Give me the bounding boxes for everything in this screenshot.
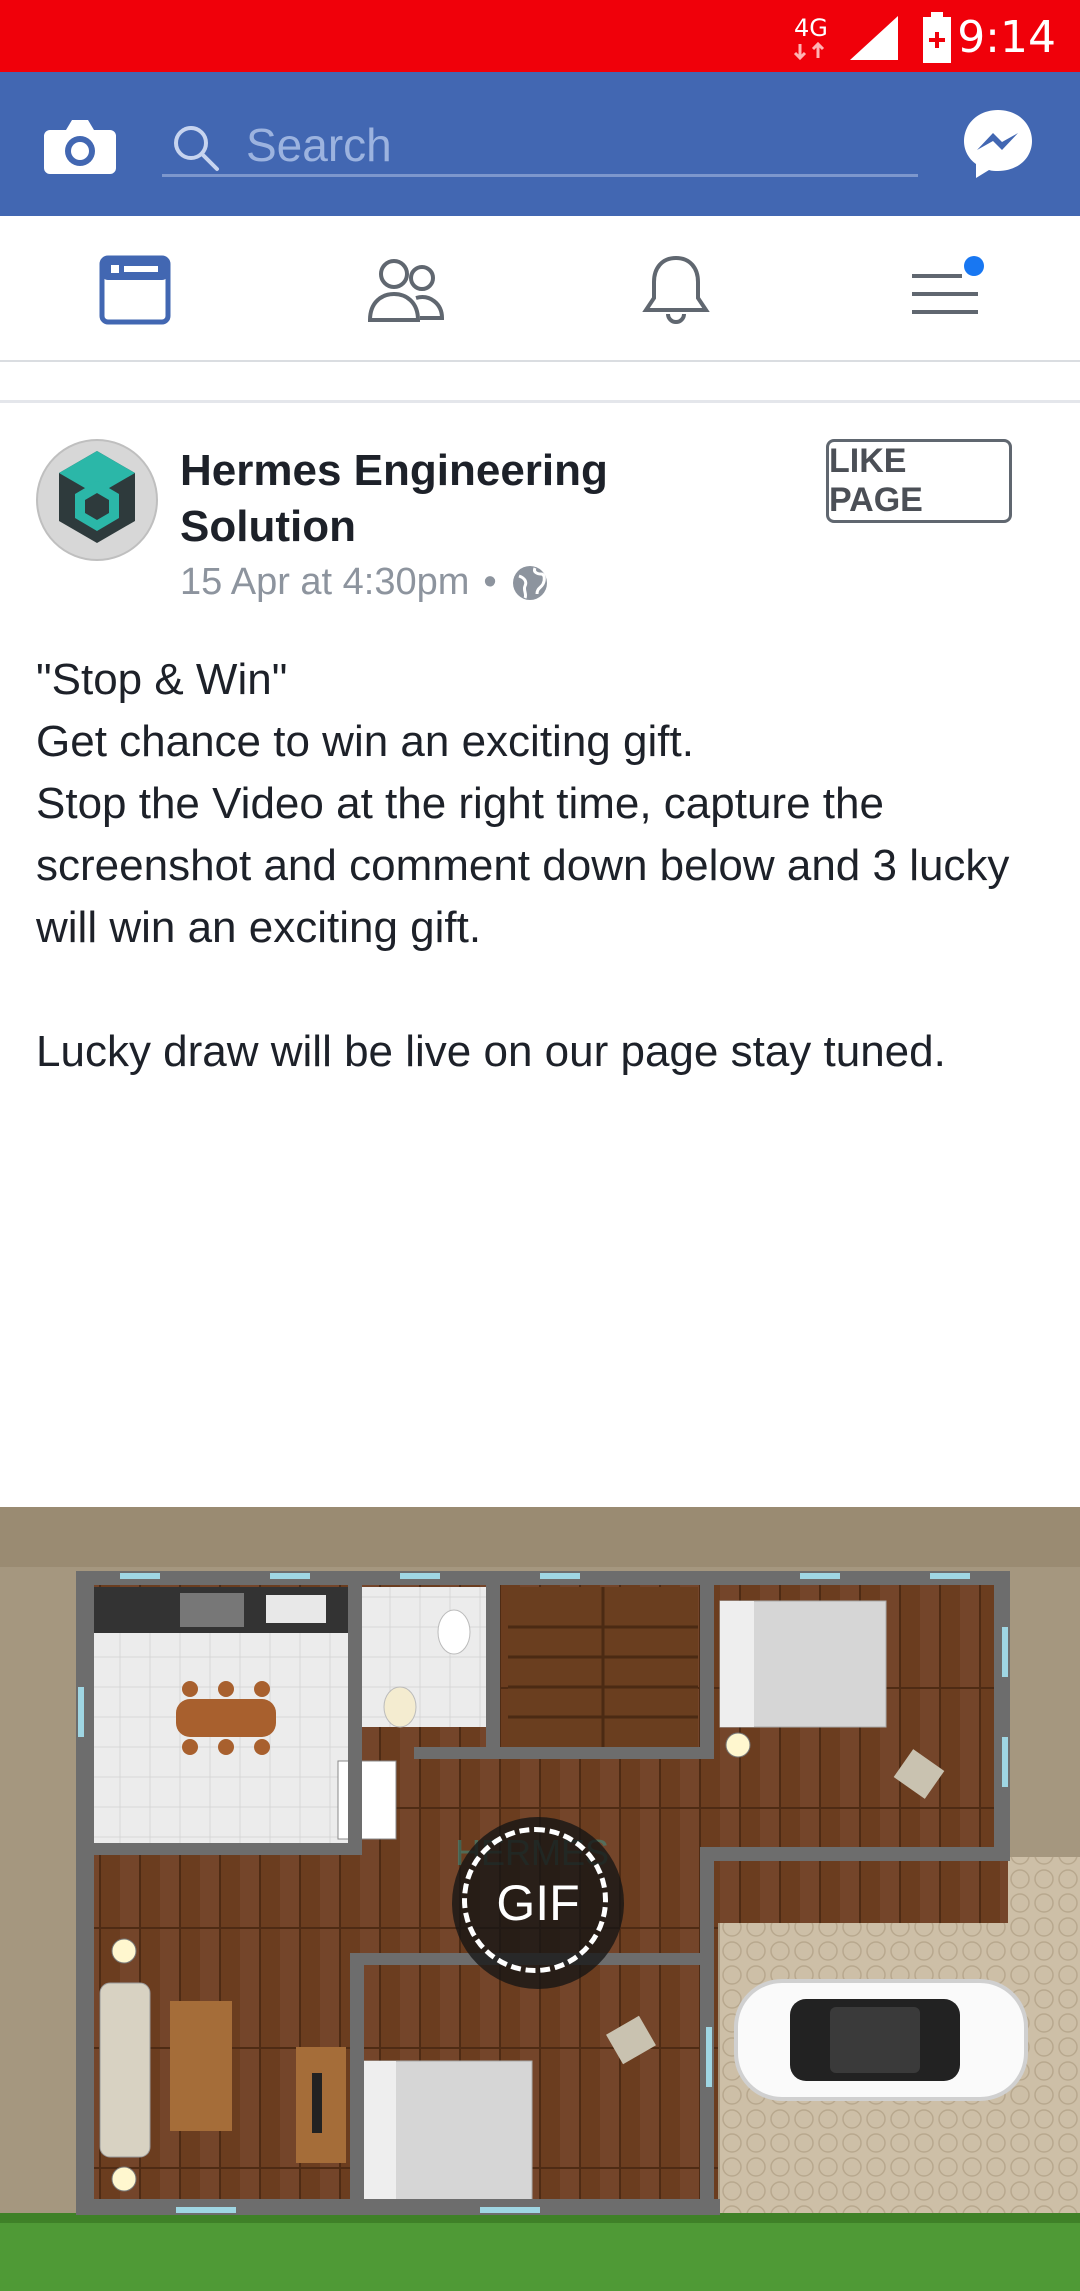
battery-icon — [923, 12, 951, 63]
network-label: 4G — [794, 14, 828, 42]
post-meta: 15 Apr at 4:30pm • — [180, 561, 549, 604]
status-bar: 4G 9:14 — [0, 0, 1080, 72]
signal-icon — [850, 16, 898, 60]
page-avatar[interactable] — [36, 439, 158, 561]
like-page-button[interactable]: LIKE PAGE — [826, 439, 1012, 523]
search-input[interactable]: Search — [246, 118, 392, 172]
search-bar[interactable]: Search — [162, 112, 918, 177]
bell-icon[interactable] — [636, 252, 716, 328]
menu-icon[interactable] — [906, 252, 986, 328]
network-4g-icon: 4G — [793, 14, 828, 61]
hermes-logo-icon — [59, 451, 135, 543]
clock: 9:14 — [957, 12, 1056, 63]
gif-label: GIF — [496, 1875, 580, 1931]
post-text: "Stop & Win" Get chance to win an exciti… — [36, 649, 1046, 1083]
camera-icon[interactable] — [44, 116, 116, 176]
gif-play-button[interactable]: GIF — [452, 1817, 624, 1989]
app-header: Search — [0, 72, 1080, 216]
globe-icon — [512, 565, 547, 600]
post-line: Get chance to win an exciting gift. — [36, 717, 694, 766]
feed-divider — [0, 362, 1080, 403]
search-icon — [174, 126, 219, 171]
news-feed-icon[interactable] — [98, 252, 178, 328]
post-line: Stop the Video at the right time, captur… — [36, 779, 1010, 952]
messenger-icon[interactable] — [960, 106, 1036, 182]
post-media-gif[interactable]: HERMES GIF — [0, 1507, 1080, 2291]
meta-separator: • — [483, 561, 497, 603]
friends-icon[interactable] — [366, 252, 446, 328]
post-line: Lucky draw will be live on our page stay… — [36, 1027, 946, 1076]
post-line: "Stop & Win" — [36, 655, 288, 704]
page-name[interactable]: Hermes Engineering Solution — [180, 443, 660, 555]
tab-bar — [0, 216, 1080, 362]
post-timestamp[interactable]: 15 Apr at 4:30pm — [180, 561, 469, 604]
